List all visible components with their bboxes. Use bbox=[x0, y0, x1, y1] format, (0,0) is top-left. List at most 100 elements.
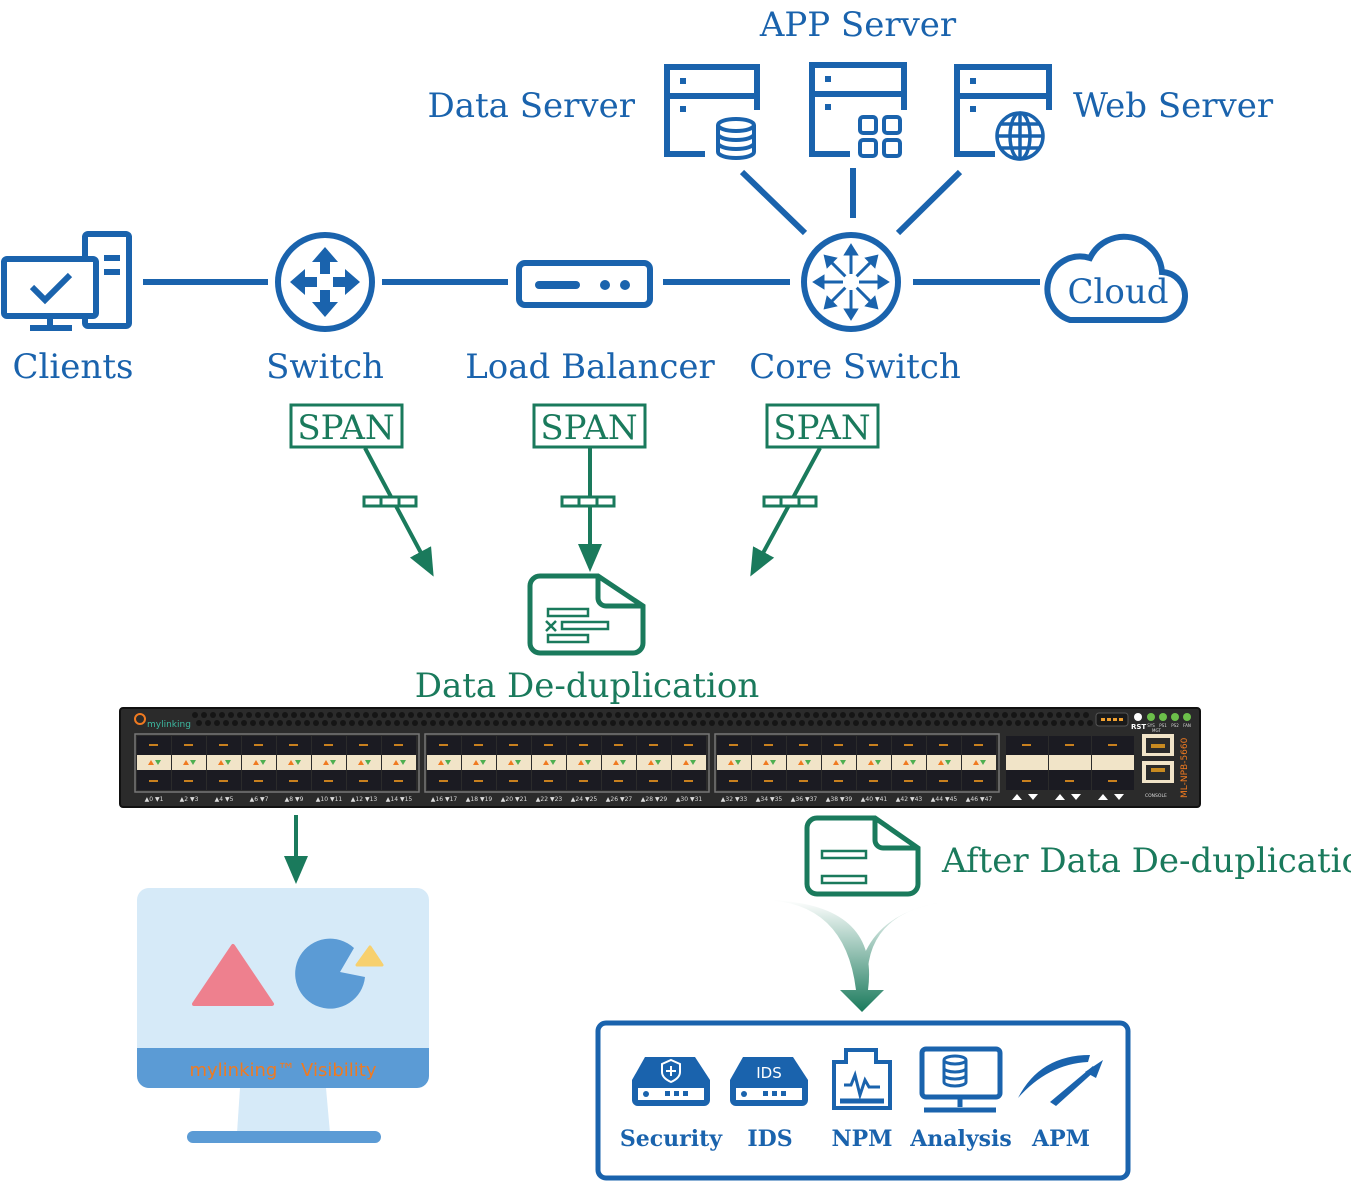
sfp-port-led-strip bbox=[857, 755, 891, 770]
sfp-port-top[interactable] bbox=[614, 744, 623, 746]
reset-button[interactable] bbox=[1134, 713, 1142, 721]
qsfp-port-bottom[interactable] bbox=[1022, 780, 1031, 782]
vent-hole bbox=[804, 712, 810, 718]
sfp-port-top[interactable] bbox=[974, 744, 983, 746]
sfp-port-top[interactable] bbox=[474, 744, 483, 746]
sfp-port-top[interactable] bbox=[359, 744, 368, 746]
sfp-port-top[interactable] bbox=[184, 744, 193, 746]
device-brand: mylinking bbox=[147, 720, 191, 730]
sfp-port-top[interactable] bbox=[544, 744, 553, 746]
vent-hole bbox=[547, 720, 553, 726]
sfp-port-bottom[interactable] bbox=[474, 780, 483, 782]
vent-hole bbox=[759, 712, 765, 718]
sfp-port-bottom[interactable] bbox=[254, 780, 263, 782]
sfp-port-bottom[interactable] bbox=[359, 780, 368, 782]
sfp-port-top[interactable] bbox=[904, 744, 913, 746]
vent-hole bbox=[1020, 712, 1026, 718]
load-balancer-icon bbox=[516, 260, 653, 308]
sfp-port-bottom[interactable] bbox=[764, 780, 773, 782]
sfp-port-led-strip bbox=[752, 755, 786, 770]
vent-hole bbox=[1042, 720, 1048, 726]
vent-hole bbox=[889, 720, 895, 726]
vent-hole bbox=[741, 712, 747, 718]
funnel-arrow bbox=[760, 900, 965, 1012]
sfp-port-bottom[interactable] bbox=[439, 780, 448, 782]
sfp-port-bottom[interactable] bbox=[684, 780, 693, 782]
sfp-port-bottom[interactable] bbox=[974, 780, 983, 782]
vent-hole bbox=[1083, 712, 1089, 718]
sfp-port-top[interactable] bbox=[764, 744, 773, 746]
vent-hole bbox=[291, 712, 297, 718]
sfp-port-top[interactable] bbox=[684, 744, 693, 746]
sfp-port-bottom[interactable] bbox=[149, 780, 158, 782]
qsfp-port-bottom[interactable] bbox=[1065, 780, 1074, 782]
sfp-port-top[interactable] bbox=[219, 744, 228, 746]
data-server-label: Data Server bbox=[427, 86, 635, 126]
sfp-port-bottom[interactable] bbox=[184, 780, 193, 782]
sfp-port-bottom[interactable] bbox=[799, 780, 808, 782]
sfp-port-bottom[interactable] bbox=[614, 780, 623, 782]
sfp-port-led-strip bbox=[172, 755, 206, 770]
vent-hole bbox=[493, 720, 499, 726]
vent-hole bbox=[606, 712, 612, 718]
sfp-port-top[interactable] bbox=[579, 744, 588, 746]
sfp-port-top[interactable] bbox=[834, 744, 843, 746]
load-balancer-label: Load Balancer bbox=[465, 347, 715, 387]
sfp-port-top[interactable] bbox=[289, 744, 298, 746]
vent-hole bbox=[372, 712, 378, 718]
vent-hole bbox=[228, 712, 234, 718]
sfp-port-top[interactable] bbox=[254, 744, 263, 746]
vent-hole bbox=[1047, 712, 1053, 718]
deduplication-document-icon bbox=[527, 573, 646, 656]
sfp-port-top[interactable] bbox=[324, 744, 333, 746]
sfp-port-top[interactable] bbox=[509, 744, 518, 746]
vent-hole bbox=[930, 712, 936, 718]
sfp-port-bottom[interactable] bbox=[939, 780, 948, 782]
status-led-sys bbox=[1147, 713, 1155, 721]
vent-hole bbox=[817, 720, 823, 726]
sfp-port-top[interactable] bbox=[394, 744, 403, 746]
port-number-label: ▲36 ▼37 bbox=[791, 796, 818, 803]
vent-hole bbox=[943, 720, 949, 726]
vent-hole bbox=[448, 720, 454, 726]
sfp-port-top[interactable] bbox=[149, 744, 158, 746]
vent-hole bbox=[219, 712, 225, 718]
qsfp-port-top[interactable] bbox=[1108, 744, 1117, 746]
sfp-port-led-strip bbox=[497, 755, 531, 770]
tool-label-security: Security bbox=[620, 1126, 723, 1152]
vent-hole bbox=[1051, 720, 1057, 726]
sfp-port-top[interactable] bbox=[939, 744, 948, 746]
sfp-port-bottom[interactable] bbox=[509, 780, 518, 782]
sfp-port-bottom[interactable] bbox=[289, 780, 298, 782]
vent-hole bbox=[390, 712, 396, 718]
vent-hole bbox=[916, 720, 922, 726]
vent-hole bbox=[952, 720, 958, 726]
vent-hole bbox=[601, 720, 607, 726]
vent-hole bbox=[543, 712, 549, 718]
sfp-port-bottom[interactable] bbox=[729, 780, 738, 782]
vent-hole bbox=[426, 712, 432, 718]
sfp-port-bottom[interactable] bbox=[394, 780, 403, 782]
sfp-port-bottom[interactable] bbox=[544, 780, 553, 782]
sfp-port-bottom[interactable] bbox=[324, 780, 333, 782]
sfp-port-top[interactable] bbox=[649, 744, 658, 746]
sfp-port-bottom[interactable] bbox=[219, 780, 228, 782]
qsfp-port-bottom[interactable] bbox=[1108, 780, 1117, 782]
vent-hole bbox=[903, 712, 909, 718]
qsfp-port-top[interactable] bbox=[1022, 744, 1031, 746]
sfp-port-bottom[interactable] bbox=[834, 780, 843, 782]
sfp-port-bottom[interactable] bbox=[579, 780, 588, 782]
sfp-port-top[interactable] bbox=[869, 744, 878, 746]
sfp-port-top[interactable] bbox=[439, 744, 448, 746]
after-deduplication-label: After Data De-duplication bbox=[941, 841, 1351, 881]
sfp-port-bottom[interactable] bbox=[649, 780, 658, 782]
vent-hole bbox=[628, 720, 634, 726]
sfp-port-bottom[interactable] bbox=[904, 780, 913, 782]
sfp-port-bottom[interactable] bbox=[869, 780, 878, 782]
sfp-port-top[interactable] bbox=[729, 744, 738, 746]
qsfp-port-top[interactable] bbox=[1065, 744, 1074, 746]
sfp-port-top[interactable] bbox=[799, 744, 808, 746]
sfp-port-led-strip bbox=[717, 755, 751, 770]
clients-label: Clients bbox=[13, 347, 134, 387]
port-number-label: ▲24 ▼25 bbox=[571, 796, 598, 803]
